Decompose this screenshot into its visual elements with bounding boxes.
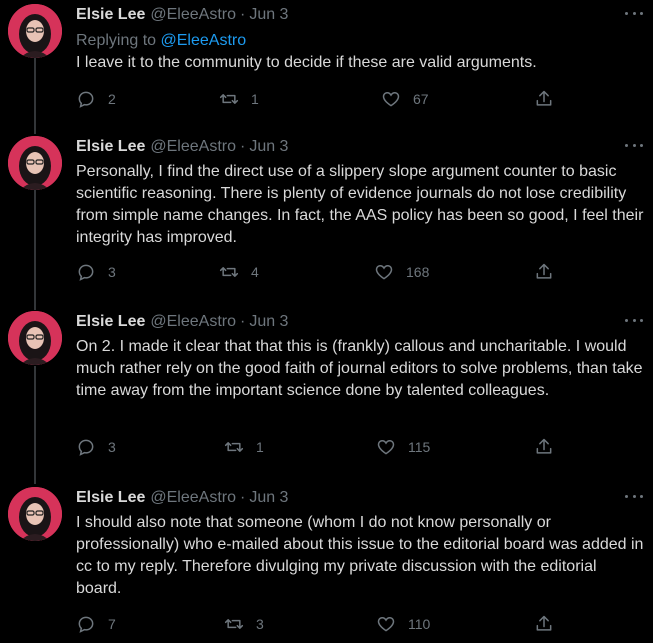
tweet-header: Elsie Lee @EleeAstro · Jun 3 xyxy=(76,138,288,160)
heart-icon xyxy=(377,616,395,632)
thread-timeline: Elsie Lee @EleeAstro · Jun 3 Replying to… xyxy=(0,0,653,643)
separator: · xyxy=(239,313,246,330)
user-handle[interactable]: @EleeAstro xyxy=(150,489,236,507)
more-icon[interactable] xyxy=(625,142,643,148)
heart-icon xyxy=(375,264,393,280)
share-button[interactable] xyxy=(534,262,554,282)
retweet-icon xyxy=(224,619,244,629)
like-count: 67 xyxy=(413,91,429,107)
like-count: 168 xyxy=(406,264,430,280)
replying-to: Replying to @EleeAstro xyxy=(76,32,246,50)
avatar[interactable] xyxy=(8,4,62,58)
retweet-button[interactable]: 1 xyxy=(219,89,259,109)
avatar-image xyxy=(8,487,62,541)
avatar-image xyxy=(8,4,62,58)
tweet-date[interactable]: Jun 3 xyxy=(249,313,288,331)
like-button[interactable]: 115 xyxy=(376,437,430,457)
retweet-count: 1 xyxy=(251,91,259,107)
tweet-text: I should also note that someone (whom I … xyxy=(76,514,644,597)
reply-button[interactable]: 3 xyxy=(76,262,116,282)
reply-count: 3 xyxy=(108,264,116,280)
tweet[interactable]: Elsie Lee @EleeAstro · Jun 3 On 2. I mad… xyxy=(0,311,653,481)
avatar[interactable] xyxy=(8,311,62,365)
retweet-count: 1 xyxy=(256,439,264,455)
retweet-button[interactable]: 4 xyxy=(219,262,259,282)
tweet-date[interactable]: Jun 3 xyxy=(249,6,288,24)
share-button[interactable] xyxy=(534,89,554,109)
like-count: 115 xyxy=(408,439,431,455)
tweet-header: Elsie Lee @EleeAstro · Jun 3 xyxy=(76,489,288,511)
like-button[interactable]: 67 xyxy=(381,89,429,109)
share-icon xyxy=(536,90,552,106)
like-count: 110 xyxy=(408,616,431,632)
replying-to-mention[interactable]: @EleeAstro xyxy=(161,32,247,49)
replying-to-label: Replying to xyxy=(76,32,157,49)
more-icon[interactable] xyxy=(625,317,643,323)
separator: · xyxy=(239,6,246,23)
retweet-button[interactable]: 1 xyxy=(224,437,264,457)
tweet-text: On 2. I made it clear that that this is … xyxy=(76,338,643,399)
share-icon xyxy=(536,615,552,631)
reply-icon xyxy=(78,439,94,456)
separator: · xyxy=(239,138,246,155)
display-name[interactable]: Elsie Lee xyxy=(76,6,145,24)
avatar[interactable] xyxy=(8,136,62,190)
retweet-icon xyxy=(224,442,244,452)
display-name[interactable]: Elsie Lee xyxy=(76,313,145,331)
reply-icon xyxy=(78,264,94,281)
reply-icon xyxy=(78,616,94,633)
share-icon xyxy=(536,438,552,454)
avatar-image xyxy=(8,311,62,365)
share-icon xyxy=(536,263,552,279)
tweet-header: Elsie Lee @EleeAstro · Jun 3 xyxy=(76,313,288,335)
like-button[interactable]: 168 xyxy=(374,262,429,282)
tweet-text: I leave it to the community to decide if… xyxy=(76,54,537,71)
more-icon[interactable] xyxy=(625,10,643,16)
tweet-date[interactable]: Jun 3 xyxy=(249,489,288,507)
user-handle[interactable]: @EleeAstro xyxy=(150,6,236,24)
heart-icon xyxy=(382,91,400,107)
retweet-icon xyxy=(219,94,239,104)
like-button[interactable]: 110 xyxy=(376,614,430,634)
reply-count: 7 xyxy=(108,616,116,632)
display-name[interactable]: Elsie Lee xyxy=(76,138,145,156)
share-button[interactable] xyxy=(534,614,554,634)
share-button[interactable] xyxy=(534,437,554,457)
user-handle[interactable]: @EleeAstro xyxy=(150,313,236,331)
reply-icon xyxy=(78,91,94,108)
separator: · xyxy=(239,489,246,506)
tweet-date[interactable]: Jun 3 xyxy=(249,138,288,156)
reply-count: 3 xyxy=(108,439,116,455)
heart-icon xyxy=(377,439,395,455)
tweet-text: Personally, I find the direct use of a s… xyxy=(76,163,644,246)
reply-button[interactable]: 7 xyxy=(76,614,116,634)
retweet-button[interactable]: 3 xyxy=(224,614,264,634)
more-icon[interactable] xyxy=(625,493,643,499)
tweet[interactable]: Elsie Lee @EleeAstro · Jun 3 I should al… xyxy=(0,487,653,643)
avatar-image xyxy=(8,136,62,190)
retweet-icon xyxy=(219,267,239,277)
reply-button[interactable]: 3 xyxy=(76,437,116,457)
user-handle[interactable]: @EleeAstro xyxy=(150,138,236,156)
avatar[interactable] xyxy=(8,487,62,541)
tweet[interactable]: Elsie Lee @EleeAstro · Jun 3 Personally,… xyxy=(0,136,653,306)
tweet[interactable]: Elsie Lee @EleeAstro · Jun 3 Replying to… xyxy=(0,4,653,124)
display-name[interactable]: Elsie Lee xyxy=(76,489,145,507)
retweet-count: 3 xyxy=(256,616,264,632)
retweet-count: 4 xyxy=(251,264,259,280)
reply-button[interactable]: 2 xyxy=(76,89,116,109)
reply-count: 2 xyxy=(108,91,116,107)
tweet-header: Elsie Lee @EleeAstro · Jun 3 xyxy=(76,6,288,28)
